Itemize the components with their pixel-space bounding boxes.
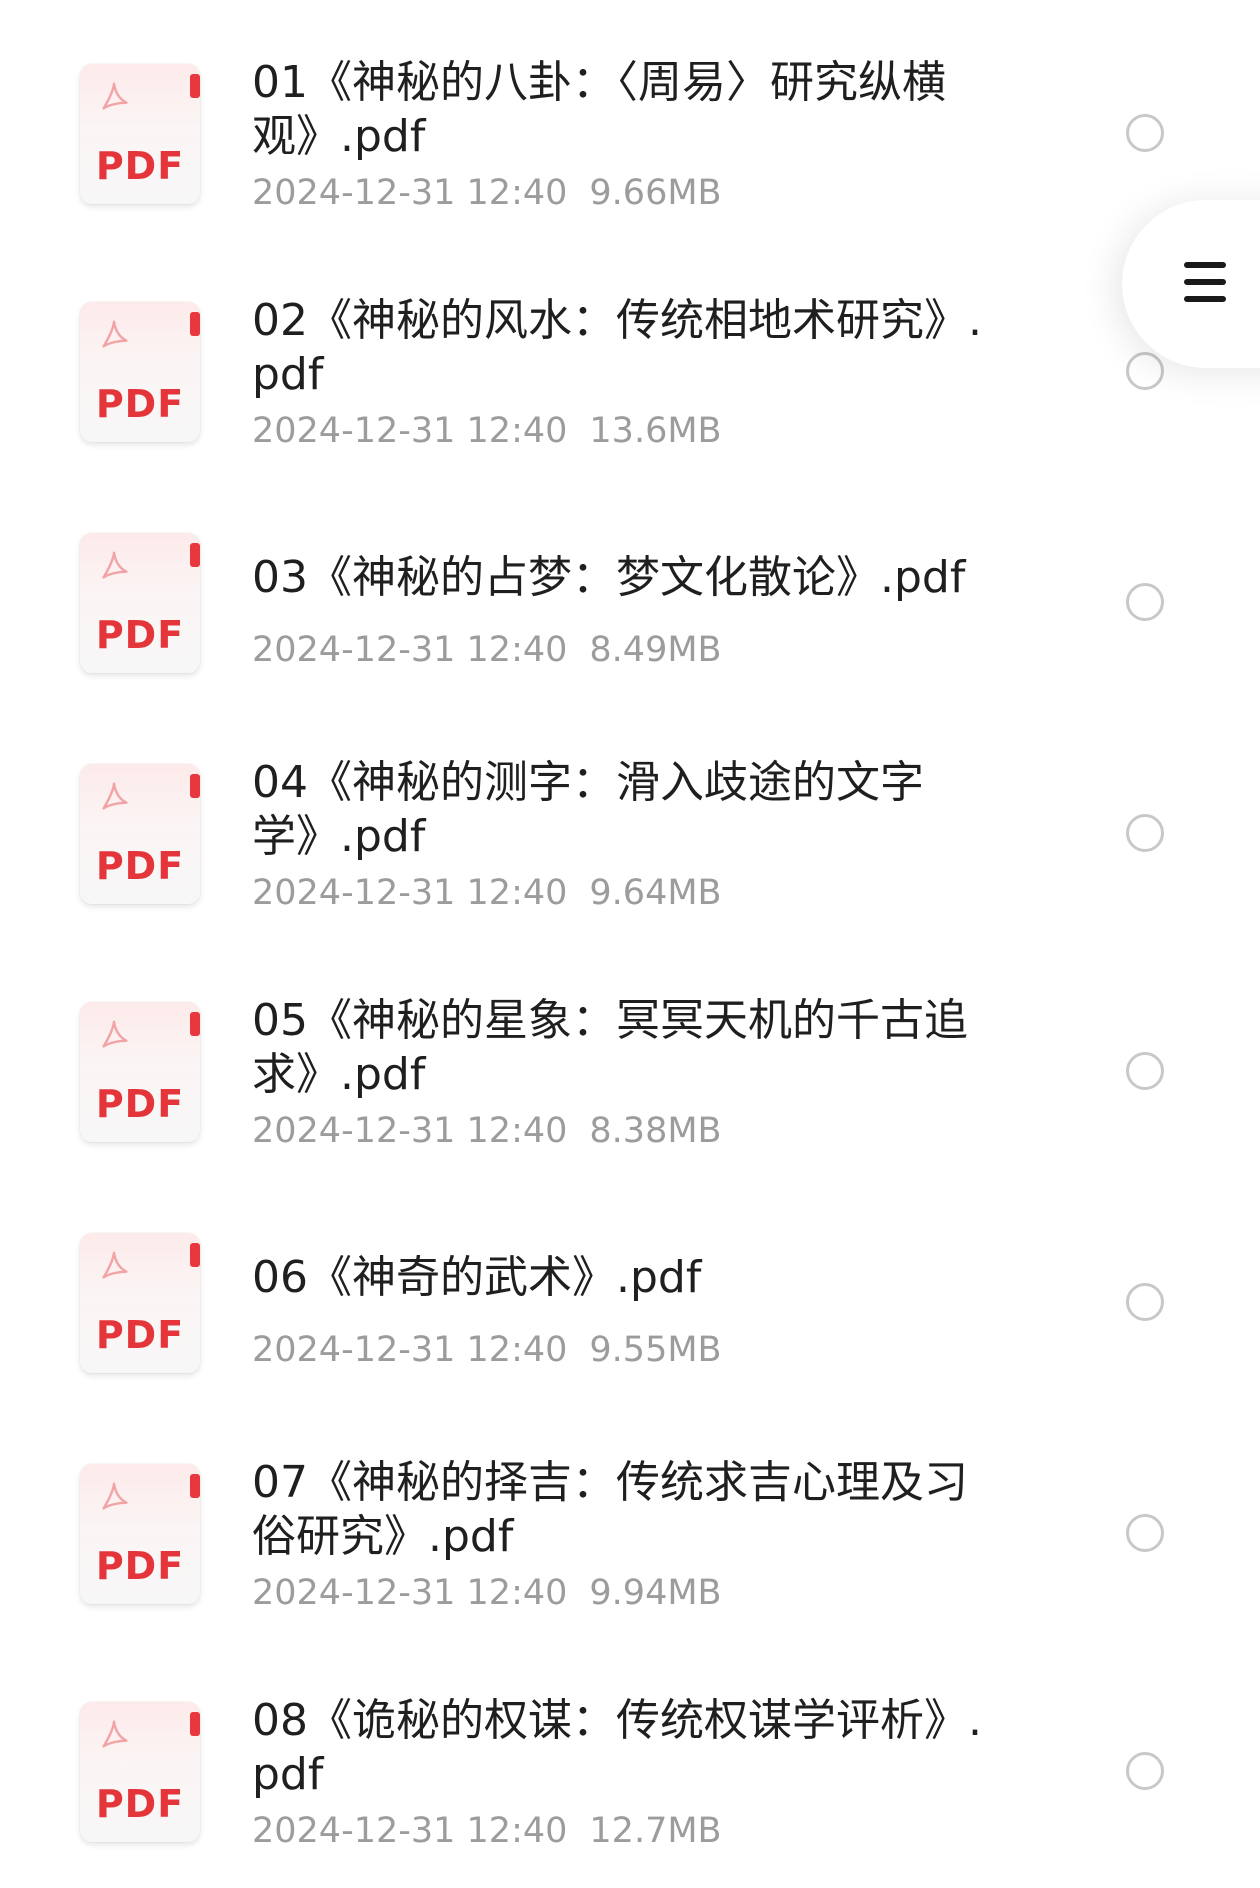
acrobat-icon: [102, 1720, 128, 1748]
pdf-file-icon: PDF: [80, 764, 200, 904]
select-radio[interactable]: [1126, 814, 1164, 852]
file-meta: 2024-12-31 12:40 9.94MB: [252, 1570, 1002, 1616]
pdf-corner-tab: [190, 312, 200, 336]
pdf-label: PDF: [95, 1313, 185, 1357]
pdf-label: PDF: [95, 1544, 185, 1588]
file-date: 2024-12-31 12:40: [252, 173, 568, 213]
file-name: 08《诡秘的权谋：传统权谋学评析》.pdf: [252, 1695, 982, 1800]
file-date: 2024-12-31 12:40: [252, 1811, 568, 1851]
pdf-file-icon: PDF: [80, 533, 200, 673]
pdf-corner-tab: [190, 774, 200, 798]
select-radio[interactable]: [1126, 1752, 1164, 1790]
file-size: 9.55MB: [589, 1330, 722, 1370]
file-info: 03《神秘的占梦：梦文化散论》.pdf 2024-12-31 12:40 8.49…: [252, 551, 1002, 673]
file-meta: 2024-12-31 12:40 8.49MB: [252, 627, 1002, 673]
file-date: 2024-12-31 12:40: [252, 873, 568, 913]
file-item[interactable]: PDF 02《神秘的风水：传统相地术研究》.pdf 2024-12-31 12:…: [0, 272, 1260, 472]
file-info: 08《诡秘的权谋：传统权谋学评析》.pdf 2024-12-31 12:40 12…: [252, 1694, 1002, 1854]
pdf-label: PDF: [95, 1782, 185, 1826]
pdf-corner-tab: [190, 1474, 200, 1498]
pdf-file-icon: PDF: [80, 1702, 200, 1842]
file-item[interactable]: PDF 06《神奇的武术》.pdf 2024-12-31 12:40 9.55MB: [0, 1203, 1260, 1403]
pdf-label: PDF: [95, 382, 185, 426]
file-meta: 2024-12-31 12:40 8.38MB: [252, 1108, 1002, 1154]
file-info: 02《神秘的风水：传统相地术研究》.pdf 2024-12-31 12:40 13…: [252, 294, 1002, 454]
file-size: 8.38MB: [589, 1111, 722, 1151]
file-item[interactable]: PDF 03《神秘的占梦：梦文化散论》.pdf 2024-12-31 12:40…: [0, 503, 1260, 703]
file-meta: 2024-12-31 12:40 12.7MB: [252, 1808, 1002, 1854]
acrobat-icon: [102, 1251, 128, 1279]
pdf-corner-tab: [190, 1243, 200, 1267]
pdf-file-icon: PDF: [80, 1233, 200, 1373]
select-radio[interactable]: [1126, 352, 1164, 390]
file-name: 01《神秘的八卦：〈周易〉研究纵横观》.pdf: [252, 57, 946, 162]
acrobat-icon: [102, 1482, 128, 1510]
file-date: 2024-12-31 12:40: [252, 1330, 568, 1370]
file-date: 2024-12-31 12:40: [252, 411, 568, 451]
file-size: 8.49MB: [589, 630, 722, 670]
select-radio[interactable]: [1126, 114, 1164, 152]
file-name: 06《神奇的武术》.pdf: [252, 1252, 702, 1303]
file-meta: 2024-12-31 12:40 9.64MB: [252, 870, 1002, 916]
pdf-label: PDF: [95, 844, 185, 888]
file-meta: 2024-12-31 12:40 9.55MB: [252, 1327, 1002, 1373]
file-item[interactable]: PDF 07《神秘的择吉：传统求吉心理及习俗研究》.pdf 2024-12-31…: [0, 1434, 1260, 1634]
pdf-label: PDF: [95, 1082, 185, 1126]
file-meta: 2024-12-31 12:40 9.66MB: [252, 170, 1002, 216]
acrobat-icon: [102, 1020, 128, 1048]
file-list: PDF 01《神秘的八卦：〈周易〉研究纵横观》.pdf 2024-12-31 1…: [0, 0, 1260, 1888]
file-name: 07《神秘的择吉：传统求吉心理及习俗研究》.pdf: [252, 1457, 968, 1562]
file-size: 9.66MB: [589, 173, 722, 213]
pdf-file-icon: PDF: [80, 302, 200, 442]
file-item[interactable]: PDF 05《神秘的星象：冥冥天机的千古追求》.pdf 2024-12-31 1…: [0, 972, 1260, 1172]
acrobat-icon: [102, 82, 128, 110]
select-radio[interactable]: [1126, 583, 1164, 621]
file-info: 01《神秘的八卦：〈周易〉研究纵横观》.pdf 2024-12-31 12:40…: [252, 56, 1002, 216]
file-name: 05《神秘的星象：冥冥天机的千古追求》.pdf: [252, 995, 968, 1100]
file-date: 2024-12-31 12:40: [252, 1573, 568, 1613]
pdf-corner-tab: [190, 74, 200, 98]
file-item[interactable]: PDF 01《神秘的八卦：〈周易〉研究纵横观》.pdf 2024-12-31 1…: [0, 34, 1260, 234]
file-name: 03《神秘的占梦：梦文化散论》.pdf: [252, 552, 966, 603]
file-info: 04《神秘的测字：滑入歧途的文字学》.pdf 2024-12-31 12:40 9…: [252, 756, 1002, 916]
pdf-corner-tab: [190, 1012, 200, 1036]
select-radio[interactable]: [1126, 1283, 1164, 1321]
file-item[interactable]: PDF 08《诡秘的权谋：传统权谋学评析》.pdf 2024-12-31 12:…: [0, 1672, 1260, 1872]
acrobat-icon: [102, 551, 128, 579]
pdf-corner-tab: [190, 1712, 200, 1736]
file-size: 9.64MB: [589, 873, 722, 913]
file-size: 12.7MB: [589, 1811, 722, 1851]
file-info: 05《神秘的星象：冥冥天机的千古追求》.pdf 2024-12-31 12:40…: [252, 994, 1002, 1154]
pdf-file-icon: PDF: [80, 64, 200, 204]
file-meta: 2024-12-31 12:40 13.6MB: [252, 408, 1002, 454]
file-name: 04《神秘的测字：滑入歧途的文字学》.pdf: [252, 757, 924, 862]
acrobat-icon: [102, 782, 128, 810]
pdf-file-icon: PDF: [80, 1002, 200, 1142]
file-item[interactable]: PDF 04《神秘的测字：滑入歧途的文字学》.pdf 2024-12-31 12…: [0, 734, 1260, 934]
file-info: 06《神奇的武术》.pdf 2024-12-31 12:40 9.55MB: [252, 1251, 1002, 1373]
acrobat-icon: [102, 320, 128, 348]
file-info: 07《神秘的择吉：传统求吉心理及习俗研究》.pdf 2024-12-31 12:…: [252, 1456, 1002, 1616]
pdf-label: PDF: [95, 144, 185, 188]
menu-icon: [1184, 260, 1226, 304]
file-size: 13.6MB: [589, 411, 722, 451]
pdf-file-icon: PDF: [80, 1464, 200, 1604]
file-date: 2024-12-31 12:40: [252, 1111, 568, 1151]
select-radio[interactable]: [1126, 1514, 1164, 1552]
file-date: 2024-12-31 12:40: [252, 630, 568, 670]
file-size: 9.94MB: [589, 1573, 722, 1613]
select-radio[interactable]: [1126, 1052, 1164, 1090]
pdf-corner-tab: [190, 543, 200, 567]
file-name: 02《神秘的风水：传统相地术研究》.pdf: [252, 295, 982, 400]
pdf-label: PDF: [95, 613, 185, 657]
